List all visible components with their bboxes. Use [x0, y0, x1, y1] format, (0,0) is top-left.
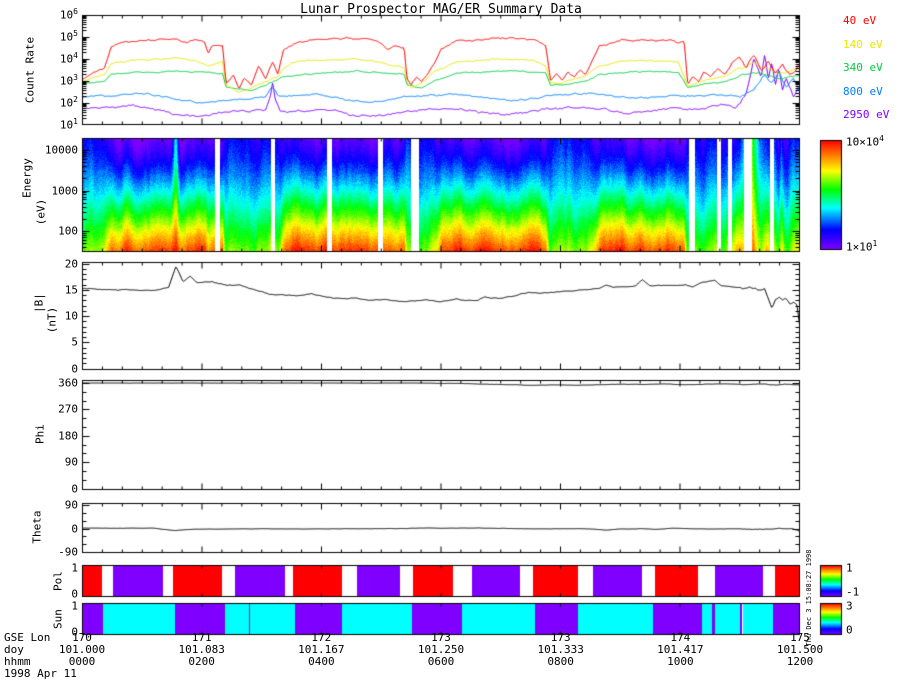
phi-ytick-90: 90: [64, 455, 78, 469]
sun-colorbar-bottom-label: 0: [846, 623, 853, 637]
count-rate-ytick-10e6: 106: [59, 6, 78, 22]
energy-ytick-100: 100: [58, 224, 78, 238]
bmag-ytick-15: 15: [64, 283, 78, 297]
bottom-axis-hhmm-value-2: 0400: [308, 655, 335, 668]
bottom-axis-date: 1998 Apr 11: [4, 667, 77, 680]
theta-ytick-0: 0: [71, 522, 78, 535]
energy-ytick-10000: 10000: [44, 143, 78, 157]
axis-title-phi: Phi: [33, 424, 47, 444]
axis-title-energy-units: (eV): [34, 198, 48, 226]
pol-colorbar-bottom-label: -1: [846, 585, 860, 599]
sun-colorbar-top-label: 3: [846, 599, 853, 613]
legend-item-2950-ev: 2950 eV: [843, 108, 890, 121]
bottom-axis-hhmm-value-1: 0200: [188, 655, 215, 668]
bmag-ytick-0: 0: [71, 362, 78, 375]
sun-ytick-1: 1: [71, 599, 78, 613]
bottom-axis-hhmm-value-5: 1000: [667, 655, 694, 668]
theta-ytick--90: -90: [58, 545, 78, 559]
axis-title-pol: Pol: [51, 571, 65, 591]
phi-ytick-360: 360: [58, 376, 78, 390]
spectrogram-colorbar-bottom-label: 1×101: [846, 238, 878, 254]
bottom-axis-hhmm-value-4: 0800: [547, 655, 574, 668]
count-rate-ytick-10e5: 105: [59, 28, 78, 44]
legend-item-40-ev: 40 eV: [843, 14, 877, 27]
phi-ytick-0: 0: [71, 482, 78, 495]
axis-title-bmag: |B|: [32, 293, 46, 313]
count-rate-ytick-10e4: 104: [59, 50, 78, 66]
page-title: Lunar Prospector MAG/ER Summary Data: [300, 2, 582, 17]
legend-item-800-ev: 800 eV: [843, 84, 883, 98]
plot-canvas: [0, 0, 900, 700]
bmag-ytick-20: 20: [64, 257, 78, 270]
pol-ytick-1: 1: [71, 561, 78, 575]
count-rate-ytick-10e1: 101: [59, 116, 78, 132]
count-rate-ytick-10e2: 102: [59, 94, 78, 110]
bmag-ytick-5: 5: [71, 335, 78, 349]
theta-ytick-90: 90: [64, 498, 78, 512]
axis-title-theta: Theta: [30, 510, 44, 544]
phi-ytick-180: 180: [58, 429, 78, 443]
spectrogram-colorbar-top-label: 10×104: [846, 133, 884, 149]
axis-title-bmag-units: (nT): [45, 306, 59, 334]
bottom-axis-hhmm-value-3: 0600: [427, 655, 455, 668]
legend-item-140-ev: 140 eV: [843, 37, 883, 51]
legend-item-340-ev: 340 eV: [843, 61, 883, 74]
axis-title-count-rate: Count Rate: [23, 36, 37, 104]
summary-plot: Lunar Prospector MAG/ER Summary Data Cou…: [0, 0, 900, 700]
count-rate-ytick-10e3: 103: [59, 72, 78, 88]
pol-colorbar-top-label: 1: [846, 561, 853, 575]
energy-ytick-1000: 1000: [51, 184, 79, 198]
bottom-axis-hhmm-value-0: 0000: [68, 655, 96, 668]
axis-title-energy: Energy: [20, 158, 34, 198]
axis-title-sun: Sun: [51, 609, 65, 629]
bottom-axis-hhmm-value-6: 1200: [786, 655, 814, 668]
bmag-ytick-10: 10: [64, 309, 78, 323]
phi-ytick-270: 270: [58, 402, 78, 416]
